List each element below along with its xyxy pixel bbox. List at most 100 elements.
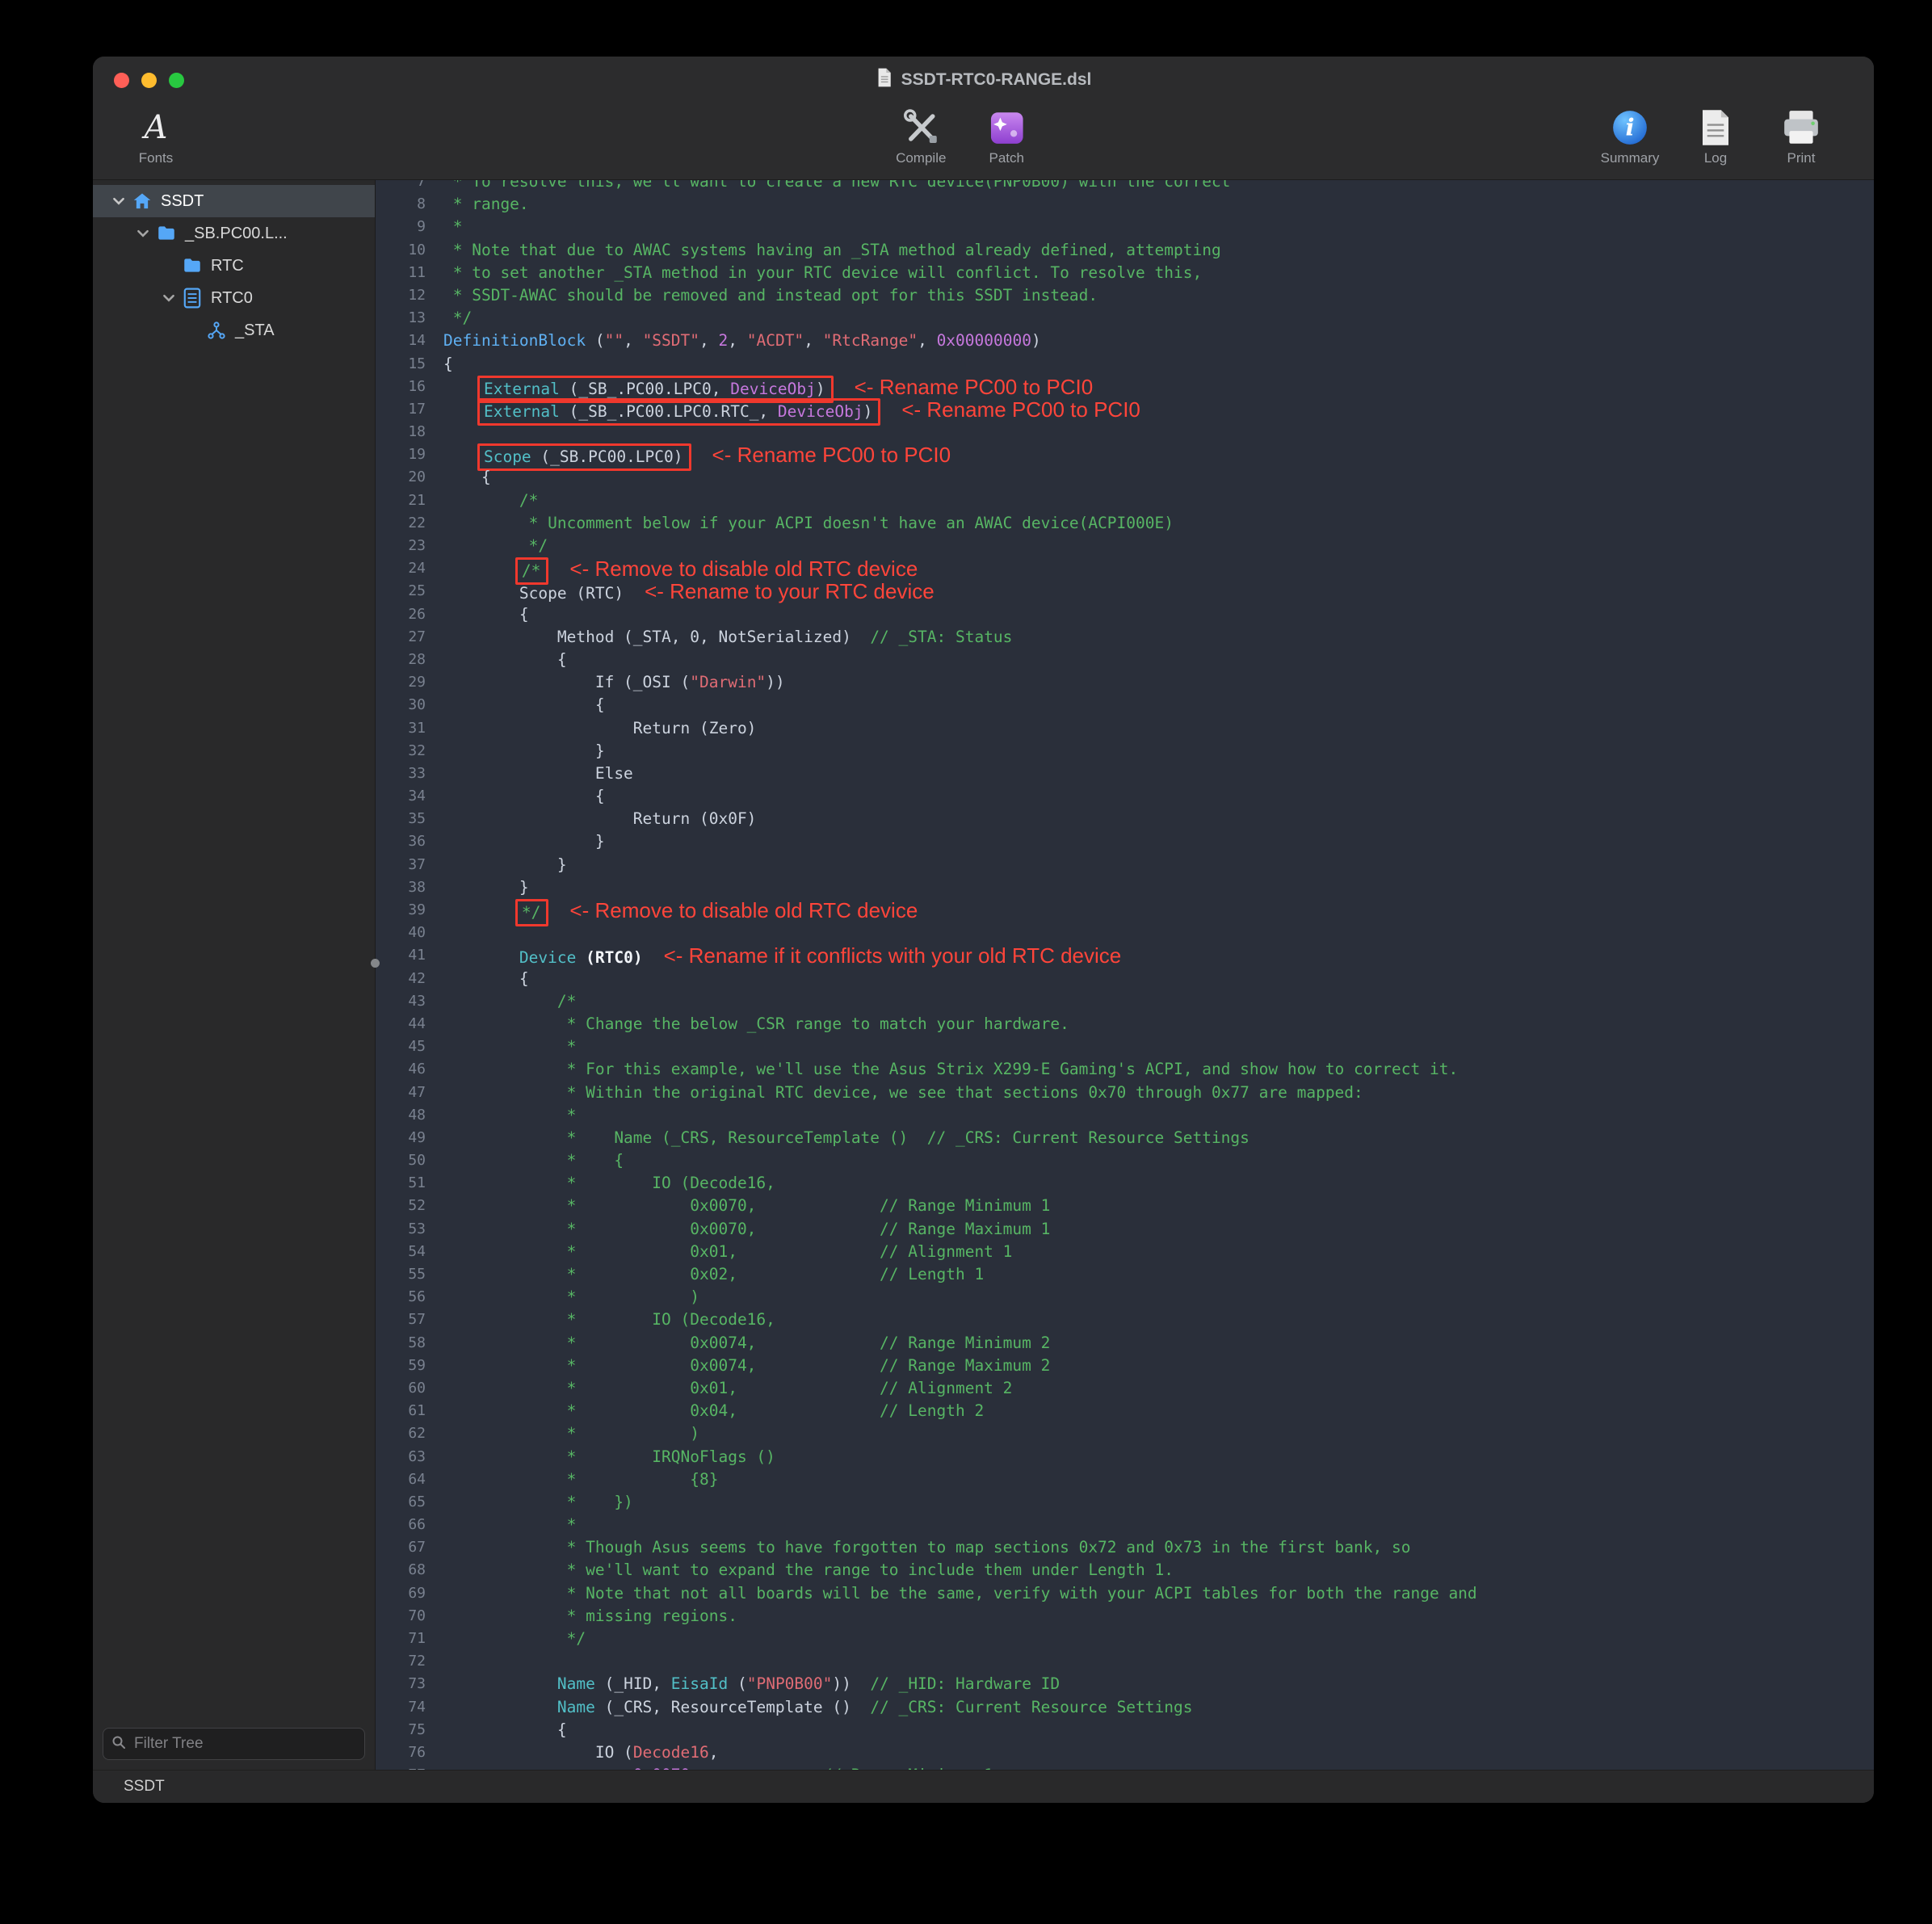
code-line[interactable]: 30 { [376, 694, 1874, 716]
code-line[interactable]: 53 * 0x0070, // Range Maximum 1 [376, 1218, 1874, 1241]
code-line[interactable]: 10 * Note that due to AWAC systems havin… [376, 239, 1874, 262]
code-line[interactable]: 29 If (_OSI ("Darwin")) [376, 671, 1874, 694]
code-line[interactable]: 36 } [376, 830, 1874, 853]
code-token: Name [557, 1698, 595, 1716]
line-number: 11 [376, 262, 426, 284]
code-line[interactable]: 65 * }) [376, 1491, 1874, 1514]
code-line[interactable]: 74 Name (_CRS, ResourceTemplate () // _C… [376, 1696, 1874, 1719]
code-line[interactable]: 34 { [376, 785, 1874, 808]
fonts-button[interactable]: A Fonts [117, 103, 195, 166]
code-line[interactable]: 54 * 0x01, // Alignment 1 [376, 1241, 1874, 1263]
code-line[interactable]: 7 * To resolve this, we'll want to creat… [376, 180, 1874, 193]
code-token: { [443, 1720, 567, 1739]
code-line[interactable]: 63 * IRQNoFlags () [376, 1446, 1874, 1468]
code-line[interactable]: 49 * Name (_CRS, ResourceTemplate () // … [376, 1127, 1874, 1149]
code-line[interactable]: 76 IO (Decode16, [376, 1741, 1874, 1764]
log-button[interactable]: Log [1677, 103, 1754, 166]
code-line[interactable]: 48 * [376, 1104, 1874, 1127]
code-line[interactable]: 50 * { [376, 1149, 1874, 1172]
toolbar: A Fonts Compile [93, 103, 1874, 180]
code-token: // _STA: Status [870, 628, 1012, 646]
tree-item-rtc[interactable]: RTC [93, 250, 375, 282]
chevron-down-icon[interactable] [158, 291, 180, 305]
code-line[interactable]: 41 Device (RTC0)<- Rename if it conflict… [376, 944, 1874, 967]
code-line[interactable]: 21 /* [376, 489, 1874, 512]
code-line[interactable]: 42 { [376, 968, 1874, 990]
zoom-button[interactable] [169, 73, 184, 88]
patch-button[interactable]: Patch [968, 103, 1045, 166]
line-number: 22 [376, 512, 426, 535]
code-line[interactable]: 27 Method (_STA, 0, NotSerialized) // _S… [376, 626, 1874, 649]
code-line[interactable]: 43 /* [376, 990, 1874, 1013]
code-line[interactable]: 71 */ [376, 1628, 1874, 1650]
code-line[interactable]: 14DefinitionBlock ("", "SSDT", 2, "ACDT"… [376, 330, 1874, 352]
compile-button[interactable]: Compile [882, 103, 960, 166]
code-line[interactable]: 33 Else [376, 762, 1874, 785]
code-line[interactable]: 22 * Uncomment below if your ACPI doesn'… [376, 512, 1874, 535]
code-line[interactable]: 62 * ) [376, 1422, 1874, 1445]
code-line[interactable]: 8 * range. [376, 193, 1874, 216]
code-line[interactable]: 69 * Note that not all boards will be th… [376, 1582, 1874, 1605]
code-line[interactable]: 46 * For this example, we'll use the Asu… [376, 1058, 1874, 1081]
code-line[interactable]: 57 * IO (Decode16, [376, 1309, 1874, 1331]
filter-tree-input[interactable] [132, 1734, 356, 1754]
code-line[interactable]: 56 * ) [376, 1286, 1874, 1309]
code-line[interactable]: 32 } [376, 740, 1874, 762]
code-line[interactable]: 51 * IO (Decode16, [376, 1172, 1874, 1195]
code-line[interactable]: 24 /*<- Remove to disable old RTC device [376, 557, 1874, 580]
code-line[interactable]: 45 * [376, 1036, 1874, 1058]
code-line[interactable]: 61 * 0x04, // Length 2 [376, 1400, 1874, 1422]
code-line[interactable]: 25 Scope (RTC)<- Rename to your RTC devi… [376, 580, 1874, 603]
code-editor[interactable]: 7 * To resolve this, we'll want to creat… [376, 180, 1874, 1770]
code-line[interactable]: 35 Return (0x0F) [376, 808, 1874, 830]
code-line[interactable]: 68 * we'll want to expand the range to i… [376, 1559, 1874, 1582]
code-line[interactable]: 67 * Though Asus seems to have forgotten… [376, 1536, 1874, 1559]
code-text: */<- Remove to disable old RTC device [426, 899, 918, 922]
code-line[interactable]: 40 [376, 922, 1874, 944]
code-line[interactable]: 39 */<- Remove to disable old RTC device [376, 899, 1874, 922]
code-token: , [804, 331, 822, 350]
code-line[interactable]: 26 { [376, 603, 1874, 626]
tree-item-rtc0[interactable]: RTC0 [93, 282, 375, 314]
code-line[interactable]: 66 * [376, 1514, 1874, 1536]
code-line[interactable]: 15{ [376, 353, 1874, 376]
line-number: 67 [376, 1536, 426, 1559]
code-line[interactable]: 75 { [376, 1719, 1874, 1741]
code-line[interactable]: 55 * 0x02, // Length 1 [376, 1263, 1874, 1286]
code-line[interactable]: 72 [376, 1650, 1874, 1673]
code-line[interactable]: 12 * SSDT-AWAC should be removed and ins… [376, 284, 1874, 307]
code-line[interactable]: 58 * 0x0074, // Range Minimum 2 [376, 1332, 1874, 1355]
minimize-button[interactable] [141, 73, 157, 88]
tree-item-sb-pc00[interactable]: _SB.PC00.L... [93, 217, 375, 250]
code-line[interactable]: 11 * to set another _STA method in your … [376, 262, 1874, 284]
code-line[interactable]: 44 * Change the below _CSR range to matc… [376, 1013, 1874, 1036]
code-line[interactable]: 47 * Within the original RTC device, we … [376, 1082, 1874, 1104]
chevron-down-icon[interactable] [132, 226, 154, 241]
code-line[interactable]: 70 * missing regions. [376, 1605, 1874, 1628]
code-line[interactable]: 13 */ [376, 307, 1874, 330]
title-bar[interactable]: SSDT-RTC0-RANGE.dsl [93, 57, 1874, 103]
code-line[interactable]: 28 { [376, 649, 1874, 671]
summary-button[interactable]: i Summary [1591, 103, 1669, 166]
code-line[interactable]: 31 Return (Zero) [376, 717, 1874, 740]
code-line[interactable]: 77 0x0070, // Range Minimum 1 [376, 1764, 1874, 1770]
code-line[interactable]: 37 } [376, 854, 1874, 876]
code-line[interactable]: 17 External (_SB_.PC00.LPC0.RTC_, Device… [376, 398, 1874, 421]
code-line[interactable]: 9 * [376, 216, 1874, 238]
code-line[interactable]: 64 * {8} [376, 1468, 1874, 1491]
code-line[interactable]: 23 */ [376, 535, 1874, 557]
filter-tree-field[interactable] [103, 1728, 365, 1760]
code-line[interactable]: 60 * 0x01, // Alignment 2 [376, 1377, 1874, 1400]
code-line[interactable]: 52 * 0x0070, // Range Minimum 1 [376, 1195, 1874, 1217]
code-line[interactable]: 73 Name (_HID, EisaId ("PNP0B00")) // _H… [376, 1673, 1874, 1695]
code-line[interactable]: 19 Scope (_SB.PC00.LPC0)<- Rename PC00 t… [376, 443, 1874, 466]
tree-item-ssdt[interactable]: SSDT [93, 185, 375, 217]
close-button[interactable] [114, 73, 129, 88]
chevron-down-icon[interactable] [107, 194, 130, 208]
code-line[interactable]: 59 * 0x0074, // Range Maximum 2 [376, 1355, 1874, 1377]
print-button[interactable]: Print [1762, 103, 1840, 166]
code-line[interactable]: 16 External (_SB_.PC00.LPC0, DeviceObj)<… [376, 376, 1874, 398]
code-token: * 0x01, // Alignment 1 [443, 1242, 1012, 1261]
tree-item-sta[interactable]: _STA [93, 314, 375, 347]
code-line[interactable]: 38 } [376, 876, 1874, 899]
